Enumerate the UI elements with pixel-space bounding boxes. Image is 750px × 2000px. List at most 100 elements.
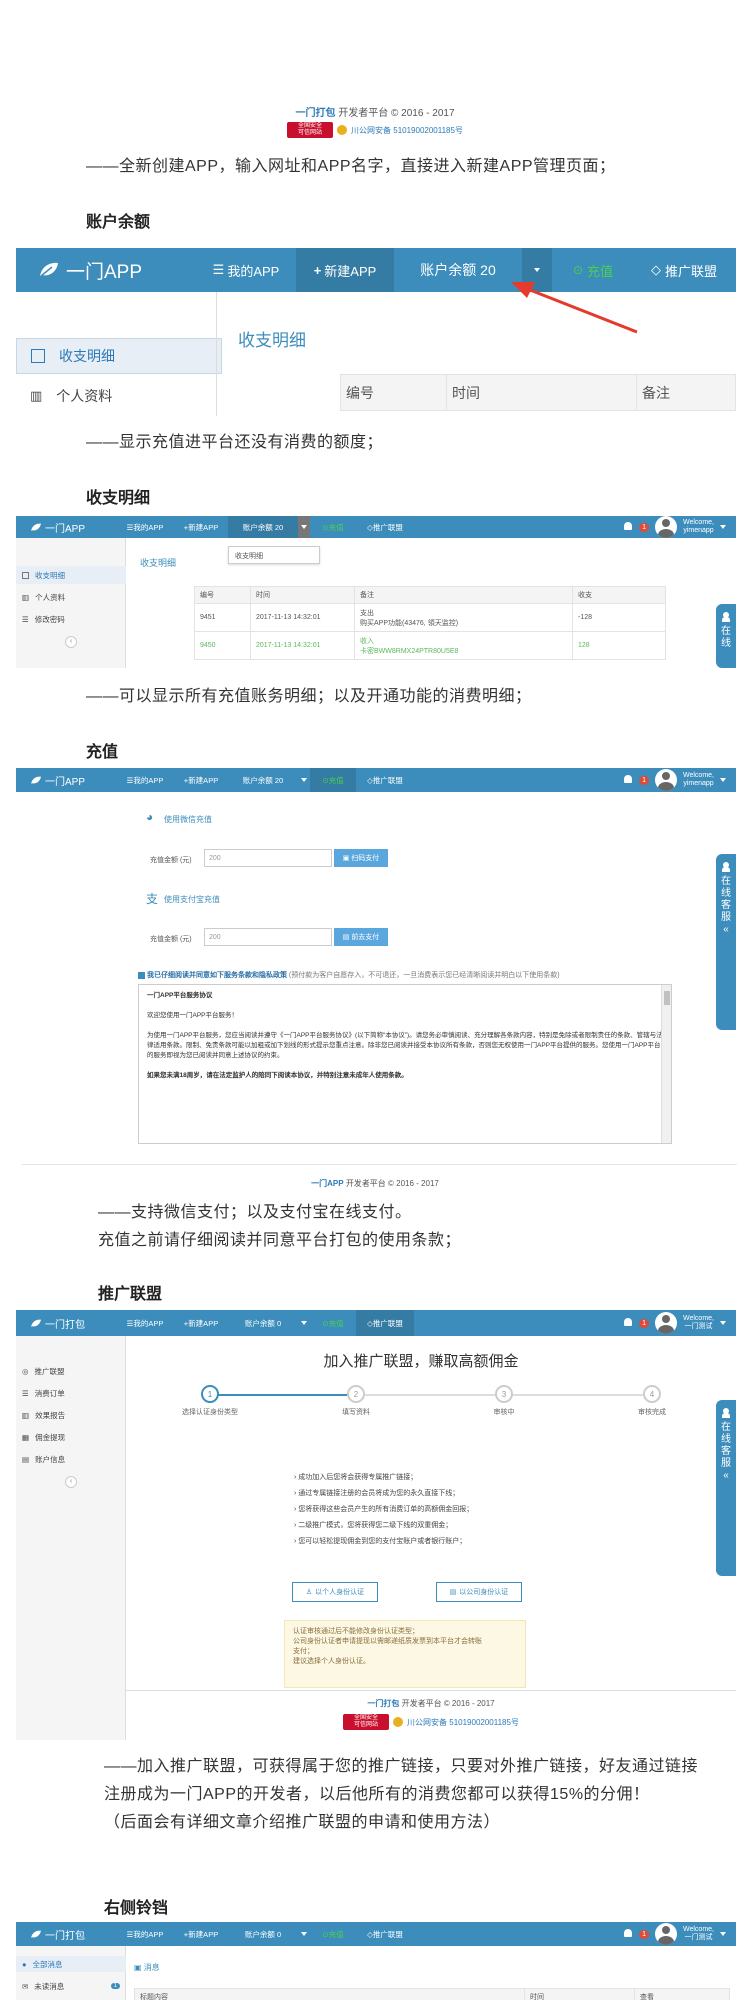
nav-new-app[interactable]: + 新建APP [296, 248, 394, 292]
bell-icon[interactable] [623, 522, 633, 532]
leaf-logo-icon [31, 523, 41, 531]
personal-verify-button[interactable]: ♙ 以个人身份认证 [292, 1582, 378, 1602]
online-service-tab[interactable]: 在 线 [716, 604, 736, 668]
wechat-icon: ◕ [146, 810, 154, 824]
balance-dropdown-toggle[interactable] [298, 1922, 310, 1946]
sidebar-item-profile[interactable]: ▥ 个人资料 [16, 378, 216, 414]
nav-my-app[interactable]: ☰ 我的APP [116, 516, 174, 538]
logo[interactable]: 一门APP [16, 768, 116, 792]
scroll-thumb[interactable] [664, 991, 670, 1005]
logo-text: 一门APP [45, 776, 86, 788]
balance-dropdown-toggle[interactable] [298, 1310, 310, 1336]
wechat-pay-button[interactable]: ▣ 扫码支付 [334, 849, 388, 867]
nav-affiliate[interactable]: ◇ 推广联盟 [634, 248, 734, 292]
caret-down-icon [301, 778, 307, 782]
terms-paragraph: 如果您未满18周岁，请在法定监护人的陪同下阅读本协议，并特别注意未成年人使用条款… [147, 1072, 408, 1079]
sidebar-item-unread-messages[interactable]: ✉ 未读消息 1 [16, 1978, 126, 1994]
nav-recharge[interactable]: ⊙ 充值 [310, 1310, 356, 1336]
nav-my-app[interactable]: ☰ 我的APP [196, 248, 296, 292]
nav-my-app[interactable]: ☰ 我的APP [116, 1310, 174, 1336]
company-verify-button[interactable]: ▤ 以公司身份认证 [436, 1582, 522, 1602]
online-service-tab[interactable]: 在 线 客 服 « [716, 854, 736, 1030]
logo[interactable]: 一门打包 [16, 1922, 116, 1946]
agree-checkbox[interactable] [138, 971, 145, 979]
terms-box[interactable]: 一门APP平台服务协议 欢迎您使用一门APP平台服务！ 为使用一门APP平台服务… [138, 984, 672, 1144]
cell-note: 收入 卡密BWW8RMX24PTR80U5E8 [354, 631, 573, 660]
welcome-user[interactable]: Welcome, 一门测试 [683, 1926, 714, 1942]
agree-link[interactable]: 我已仔细阅读并同意如下服务条款和隐私政策 [147, 972, 287, 979]
nav-recharge[interactable]: ⊙ 充值 [310, 1922, 356, 1946]
nav-affiliate[interactable]: ◇ 推广联盟 [356, 1310, 414, 1336]
nav-balance[interactable]: 账户余额 20 [394, 248, 522, 292]
nav-recharge[interactable]: ⊙ 充值 [310, 516, 356, 538]
collapse-sidebar-icon[interactable]: ‹ [65, 636, 77, 648]
trusted-site-badge[interactable]: 全国安全 可信网站 [343, 1714, 390, 1730]
sidebar-item-label: 个人资料 [35, 592, 66, 602]
nav-label: 账户余额 20 [420, 262, 496, 278]
bell-icon[interactable] [623, 1929, 633, 1939]
caret-down-icon[interactable] [720, 778, 726, 782]
online-service-tab[interactable]: 在 线 客 服 « [716, 1400, 736, 1576]
caret-down-icon[interactable] [720, 1932, 726, 1936]
sidebar-item-affiliate[interactable]: ◎ 推广联盟 [16, 1362, 126, 1380]
nav-balance[interactable]: 账户余额 0 [228, 1310, 298, 1336]
avatar[interactable] [655, 1923, 677, 1945]
logo[interactable]: 一门APP [16, 516, 116, 538]
beian-link[interactable]: 川公网安备 51019002001185号 [407, 1717, 519, 1728]
balance-dropdown-menu-item[interactable]: 收支明细 [228, 546, 320, 564]
welcome-user[interactable]: Welcome, yimenapp [683, 772, 714, 788]
welcome-user[interactable]: Welcome, 一门测试 [683, 1315, 714, 1331]
sidebar-item-withdraw[interactable]: ▦ 佣金提现 [16, 1428, 126, 1446]
collapse-sidebar-icon[interactable]: ‹ [65, 1476, 77, 1488]
bell-icon[interactable] [623, 1318, 633, 1328]
avatar[interactable] [655, 769, 677, 791]
nav-affiliate[interactable]: ◇ 推广联盟 [356, 1922, 414, 1946]
sidebar-item-orders[interactable]: ☰ 消费订单 [16, 1384, 126, 1402]
caret-down-icon[interactable] [720, 1321, 726, 1325]
nav-recharge[interactable]: ⊙ 充值 [310, 768, 356, 792]
sidebar-item-ledger[interactable]: 收支明细 [16, 566, 126, 584]
sidebar-item-all-messages[interactable]: ● 全部消息 [16, 1956, 126, 1972]
footer-brand-link[interactable]: 一门APP [311, 1179, 343, 1188]
button-label: 以公司身份认证 [459, 1589, 509, 1596]
nav-label: 账户余额 0 [244, 1929, 282, 1939]
ledger-desc: ——可以显示所有充值账务明细；以及开通功能的消费明细； [86, 688, 532, 705]
nav-new-app[interactable]: + 新建APP [174, 1922, 228, 1946]
nav-new-app[interactable]: + 新建APP [174, 768, 228, 792]
beian-link[interactable]: 川公网安备 51019002001185号 [351, 125, 463, 136]
sidebar-item-account[interactable]: ▤ 账户信息 [16, 1450, 126, 1468]
logo[interactable]: 一门APP [16, 248, 196, 292]
sidebar-item-password[interactable]: ☰ 修改密码 [16, 610, 126, 628]
sidebar-item-reports[interactable]: ▥ 效果报告 [16, 1406, 126, 1424]
alipay-pay-button[interactable]: ▤ 前去支付 [334, 928, 388, 946]
bell-icon[interactable] [623, 775, 633, 785]
sidebar-item-profile[interactable]: ▥ 个人资料 [16, 588, 126, 606]
alipay-amount-input[interactable]: 200 [204, 928, 332, 946]
nav-affiliate[interactable]: ◇ 推广联盟 [356, 768, 414, 792]
nav-balance[interactable]: 账户余额 0 [228, 1922, 298, 1946]
welcome-user[interactable]: Welcome, yimenapp [683, 519, 714, 535]
terms-scrollbar[interactable] [661, 985, 671, 1143]
footer-brand-link[interactable]: 一门打包 [295, 108, 335, 119]
sidebar-item-ledger[interactable]: 收支明细 [16, 338, 222, 374]
logo[interactable]: 一门打包 [16, 1310, 116, 1336]
nav-new-app[interactable]: + 新建APP [174, 516, 228, 538]
nav-new-app[interactable]: + 新建APP [174, 1310, 228, 1336]
list-item-text: 成功加入后您将会获得专属推广链接； [298, 1474, 418, 1481]
avatar[interactable] [655, 516, 677, 538]
note-type: 支出 [360, 609, 374, 617]
tab-char: 线 [721, 1434, 731, 1445]
nav-my-app[interactable]: ☰ 我的APP [116, 768, 174, 792]
wechat-amount-input[interactable]: 200 [204, 849, 332, 867]
balance-dropdown-toggle[interactable] [298, 768, 310, 792]
caret-down-icon[interactable] [720, 525, 726, 529]
trusted-site-badge[interactable]: 全国安全 可信网站 [287, 122, 334, 138]
footer-brand-link[interactable]: 一门打包 [367, 1699, 399, 1708]
nav-balance[interactable]: 账户余额 20 [228, 768, 298, 792]
button-label: 扫码支付 [351, 855, 380, 862]
avatar[interactable] [655, 1312, 677, 1334]
nav-my-app[interactable]: ☰ 我的APP [116, 1922, 174, 1946]
balance-dropdown-toggle[interactable] [298, 516, 310, 538]
nav-affiliate[interactable]: ◇ 推广联盟 [356, 516, 414, 538]
nav-balance[interactable]: 账户余额 20 [228, 516, 298, 538]
